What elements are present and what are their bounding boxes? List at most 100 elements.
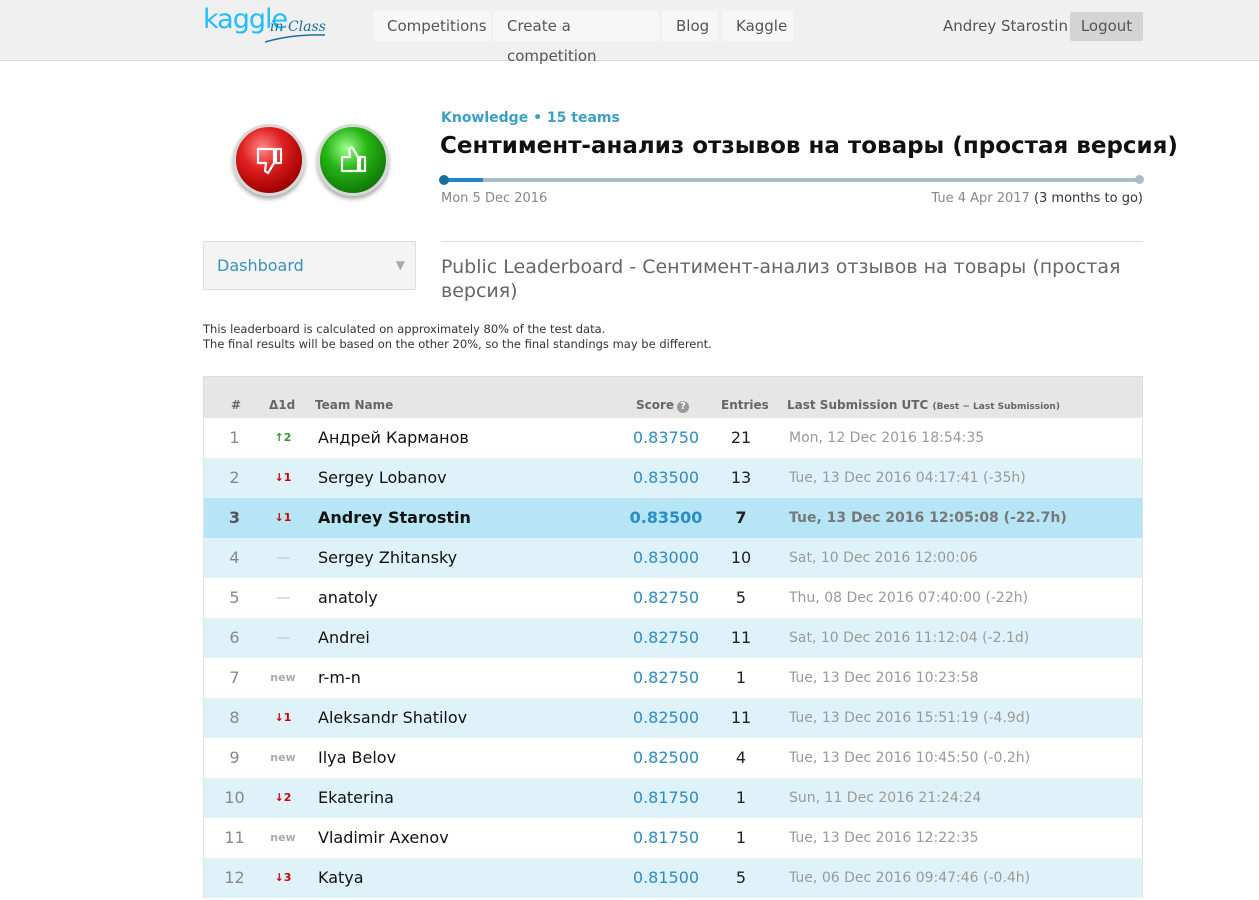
nav-create-competition[interactable]: Create a competition <box>493 11 659 65</box>
table-row: 9 new Ilya Belov 0.82500 4 Tue, 13 Dec 2016 1… <box>203 738 1143 778</box>
entries-cell: 4 <box>735 748 747 767</box>
score-cell: 0.81750 <box>632 828 700 847</box>
end-date-block: Tue 4 Apr 2017 (3 months to go) <box>931 191 1143 206</box>
rank-cell: 10 <box>224 788 245 807</box>
leaderboard-divider <box>441 241 1143 242</box>
last-submission-cell: Tue, 13 Dec 2016 10:23:58 <box>789 670 979 686</box>
team-name-cell[interactable]: Ekaterina <box>318 778 394 818</box>
rank-cell: 8 <box>229 708 240 727</box>
team-name-cell[interactable]: Vladimir Axenov <box>318 818 449 858</box>
delta-cell: — <box>276 550 290 566</box>
last-submission-cell: Sun, 11 Dec 2016 21:24:24 <box>789 790 982 806</box>
last-submission-cell: Tue, 13 Dec 2016 12:22:35 <box>789 830 979 846</box>
last-submission-cell: Mon, 12 Dec 2016 18:54:35 <box>789 430 985 446</box>
thumbs-down-icon <box>233 124 305 196</box>
team-name-cell[interactable]: Sergey Zhitansky <box>318 538 457 578</box>
leaderboard-table: # Δ1d Team Name Score? Entries Last Subm… <box>203 376 1143 898</box>
column-score: Score? <box>636 398 690 413</box>
delta-cell: ↓1 <box>274 511 292 524</box>
table-row: 12 ↓3 Katya 0.81500 5 Tue, 06 Dec 2016 09:47:… <box>203 858 1143 898</box>
table-header: # Δ1d Team Name Score? Entries Last Subm… <box>203 376 1143 418</box>
nav-blog[interactable]: Blog <box>662 11 718 41</box>
logout-button[interactable]: Logout <box>1070 12 1143 41</box>
table-row: 5 — anatoly 0.82750 5 Thu, 08 Dec 2016 07:40:… <box>203 578 1143 618</box>
table-row: 10 ↓2 Ekaterina 0.81750 1 Sun, 11 Dec 2016 21… <box>203 778 1143 818</box>
entries-cell: 11 <box>730 708 752 727</box>
competition-timeline <box>441 178 1143 182</box>
last-submission-cell: Tue, 13 Dec 2016 10:45:50 (-0.2h) <box>789 750 1031 766</box>
score-cell: 0.82750 <box>632 588 700 607</box>
notice-line-2: The final results will be based on the o… <box>203 337 712 351</box>
team-name-cell[interactable]: Andrey Starostin <box>318 498 471 538</box>
rank-cell: 2 <box>229 468 240 487</box>
entries-cell: 11 <box>730 628 752 647</box>
table-row: 2 ↓1 Sergey Lobanov 0.83500 13 Tue, 13 Dec 20… <box>203 458 1143 498</box>
column-last-submission: Last Submission UTC (Best − Last Submiss… <box>787 398 1060 412</box>
column-team-name: Team Name <box>315 398 394 412</box>
leaderboard-title: Public Leaderboard - Сентимент-анализ от… <box>441 256 1121 302</box>
team-name-cell[interactable]: anatoly <box>318 578 378 618</box>
entries-cell: 1 <box>735 828 747 847</box>
rank-cell: 5 <box>229 588 240 607</box>
thumbs-up-icon <box>317 124 389 196</box>
team-name-cell[interactable]: Aleksandr Shatilov <box>318 698 467 738</box>
team-name-cell[interactable]: r-m-n <box>318 658 361 698</box>
rank-cell: 11 <box>224 828 245 847</box>
team-name-cell[interactable]: Андрей Карманов <box>318 418 469 458</box>
score-cell: 0.82750 <box>632 668 700 687</box>
dashboard-label: Dashboard <box>217 256 304 275</box>
help-icon[interactable]: ? <box>677 401 690 413</box>
entries-cell: 7 <box>735 508 747 527</box>
dashboard-dropdown[interactable]: Dashboard ▼ <box>203 241 416 290</box>
last-submission-cell: Sat, 10 Dec 2016 12:00:06 <box>789 550 978 566</box>
team-name-cell[interactable]: Ilya Belov <box>318 738 396 778</box>
entries-cell: 1 <box>735 788 747 807</box>
team-name-cell[interactable]: Andrei <box>318 618 370 658</box>
last-submission-cell: Tue, 13 Dec 2016 04:17:41 (-35h) <box>789 470 1026 486</box>
nav-competitions[interactable]: Competitions <box>373 11 491 41</box>
team-name-cell[interactable]: Katya <box>318 858 364 898</box>
column-rank: # <box>231 398 242 412</box>
leaderboard-notice: This leaderboard is calculated on approx… <box>203 322 712 352</box>
start-date: Mon 5 Dec 2016 <box>441 191 548 206</box>
column-last-note: (Best − Last Submission) <box>932 402 1060 412</box>
competition-title: Сентимент-анализ отзывов на товары (прос… <box>440 133 1178 159</box>
delta-cell: new <box>270 671 296 684</box>
column-last-label: Last Submission UTC <box>787 398 929 412</box>
timeline-end-marker <box>1135 175 1144 184</box>
rank-cell: 4 <box>229 548 240 567</box>
dropdown-arrow-icon: ▼ <box>395 258 405 272</box>
entries-cell: 21 <box>730 428 752 447</box>
delta-cell: ↓1 <box>274 471 292 484</box>
entries-cell: 10 <box>730 548 752 567</box>
user-profile-link[interactable]: Andrey Starostin <box>943 11 1068 41</box>
rank-cell: 12 <box>224 868 245 887</box>
logo-underline-swoosh <box>264 34 326 43</box>
kaggle-in-class-logo[interactable]: kaggle in Class <box>203 4 327 44</box>
entries-cell: 13 <box>730 468 752 487</box>
notice-line-1: This leaderboard is calculated on approx… <box>203 322 606 336</box>
delta-cell: ↓1 <box>274 711 292 724</box>
entries-cell: 5 <box>735 868 747 887</box>
top-navigation-bar: kaggle in Class Competitions Create a co… <box>0 0 1259 65</box>
last-submission-cell: Sat, 10 Dec 2016 11:12:04 (-2.1d) <box>789 630 1030 646</box>
team-name-cell[interactable]: Sergey Lobanov <box>318 458 447 498</box>
table-row: 1 ↑2 Андрей Карманов 0.83750 21 Mon, 12 Dec 2… <box>203 418 1143 458</box>
entries-cell: 1 <box>735 668 747 687</box>
delta-cell: — <box>276 630 290 646</box>
competition-meta[interactable]: Knowledge • 15 teams <box>441 110 620 126</box>
delta-cell: ↓2 <box>274 791 292 804</box>
rank-cell: 3 <box>228 508 241 527</box>
score-cell: 0.82500 <box>632 748 700 767</box>
delta-cell: — <box>276 590 290 606</box>
table-row: 4 — Sergey Zhitansky 0.83000 10 Sat, 10 Dec 2… <box>203 538 1143 578</box>
rank-cell: 6 <box>229 628 240 647</box>
last-submission-cell: Tue, 06 Dec 2016 09:47:46 (-0.4h) <box>789 870 1031 886</box>
nav-kaggle[interactable]: Kaggle <box>722 11 793 41</box>
table-row: 6 — Andrei 0.82750 11 Sat, 10 Dec 2016 11:12:… <box>203 618 1143 658</box>
column-delta: Δ1d <box>269 398 296 412</box>
delta-cell: ↓3 <box>274 871 292 884</box>
time-remaining: (3 months to go) <box>1033 191 1143 206</box>
timeline-start-marker <box>439 175 449 185</box>
delta-cell: ↑2 <box>274 431 292 444</box>
